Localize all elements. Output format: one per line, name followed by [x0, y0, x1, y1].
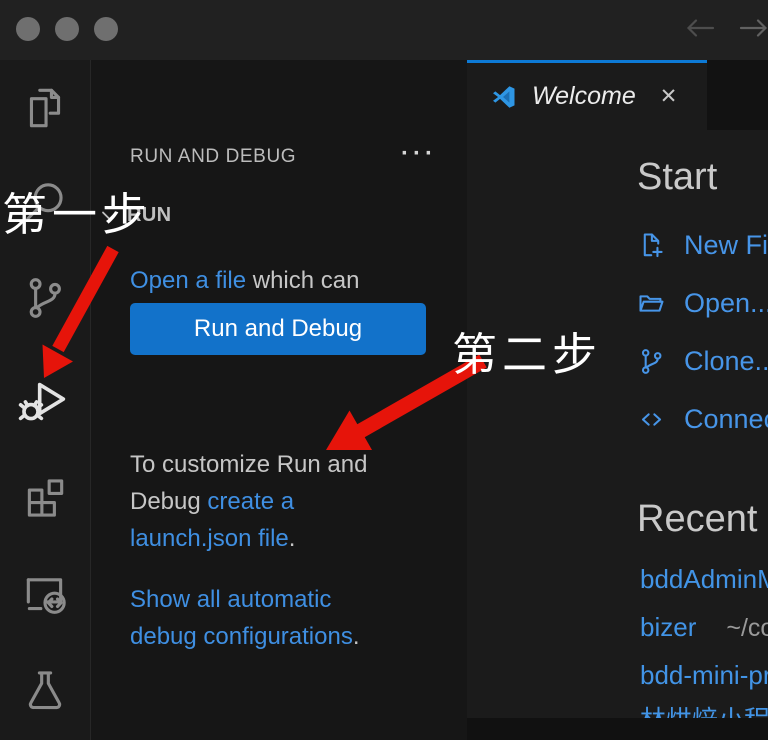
new-file-icon: [636, 230, 667, 261]
history-forward-icon[interactable]: [736, 13, 768, 43]
show-all-configs-hint: Show all automatic debug configurations.: [130, 581, 382, 655]
git-branch-icon: [20, 273, 70, 323]
vscode-window: RUN AND DEBUG ··· RUN Open a file which …: [0, 0, 768, 740]
sidebar-item-source-control[interactable]: [0, 272, 90, 324]
sidebar-item-remote-explorer[interactable]: [0, 568, 90, 620]
editor-area: Welcome ✕ Start New File... Open...: [467, 60, 768, 740]
files-icon: [20, 83, 70, 133]
tab-welcome[interactable]: Welcome ✕: [467, 60, 707, 130]
run-and-debug-panel: RUN AND DEBUG ··· RUN Open a file which …: [91, 60, 467, 740]
recent-item[interactable]: bizer ~/code: [640, 612, 768, 643]
start-item-label: New File...: [684, 230, 768, 261]
remote-explorer-icon: [20, 569, 70, 619]
start-item-label: Connect to...: [684, 404, 768, 435]
history-back-icon[interactable]: [682, 13, 718, 43]
open-folder-icon: [636, 288, 667, 319]
start-item-label: Open...: [684, 288, 768, 319]
start-item-open[interactable]: Open...: [636, 288, 768, 319]
recent-item-name: bdd-mini-program: [640, 660, 768, 690]
git-branch-icon: [636, 346, 667, 377]
show-all-configurations-link[interactable]: Show all automatic debug configurations: [130, 586, 353, 650]
start-item-label: Clone...: [684, 346, 768, 377]
sidebar-item-extensions[interactable]: [0, 472, 90, 524]
maximize-window-button[interactable]: [94, 17, 118, 41]
start-item-connect[interactable]: Connect to...: [636, 404, 768, 435]
run-and-debug-button[interactable]: Run and Debug: [130, 303, 426, 355]
start-item-new-file[interactable]: New File...: [636, 230, 768, 261]
recent-item-path: ~/code: [726, 614, 768, 642]
debug-icon: [16, 371, 74, 429]
start-heading: Start: [637, 156, 717, 199]
start-item-clone[interactable]: Clone...: [636, 346, 768, 377]
recent-item-name: bddAdminManage: [640, 564, 768, 594]
minimize-window-button[interactable]: [55, 17, 79, 41]
customize-hint-suffix: .: [289, 525, 296, 552]
customize-hint: To customize Run and Debug create a laun…: [130, 446, 382, 557]
tab-bar: Welcome ✕: [467, 60, 768, 130]
recent-heading: Recent: [637, 498, 757, 541]
open-a-file-link[interactable]: Open a file: [130, 267, 246, 294]
flask-icon: [20, 665, 70, 715]
sidebar-item-testing[interactable]: [0, 664, 90, 716]
welcome-page: Start New File... Open...: [467, 130, 768, 718]
annotation-step1: 第一步: [2, 178, 152, 243]
recent-item[interactable]: bddAdminManage: [640, 564, 768, 595]
annotation-step2: 第二步: [452, 318, 602, 383]
panel-title: RUN AND DEBUG: [130, 146, 296, 168]
editor-bottom-strip: [467, 718, 768, 740]
tab-close-icon[interactable]: ✕: [660, 84, 678, 109]
show-all-suffix: .: [353, 623, 360, 650]
recent-item-name: bizer: [640, 612, 696, 642]
sidebar-item-run-and-debug[interactable]: [0, 374, 90, 426]
activity-bar: [0, 60, 91, 740]
vscode-logo-icon: [490, 83, 518, 111]
tab-welcome-label: Welcome: [532, 82, 636, 111]
recent-item[interactable]: bdd-mini-program: [640, 660, 768, 691]
close-window-button[interactable]: [16, 17, 40, 41]
title-bar: [0, 0, 768, 60]
more-actions-button[interactable]: ···: [401, 140, 437, 168]
extensions-icon: [20, 473, 70, 523]
sidebar-item-explorer[interactable]: [0, 82, 90, 134]
remote-connect-icon: [636, 404, 667, 435]
